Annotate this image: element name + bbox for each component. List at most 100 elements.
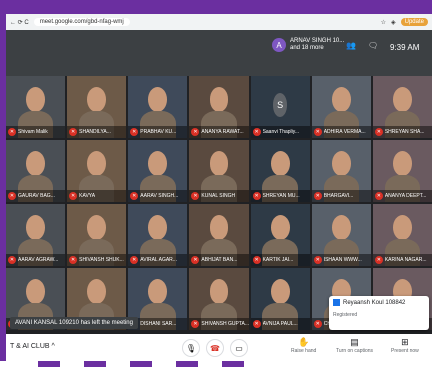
meet-window: ← ⟳ C meet.google.com/gbd-nfag-wmj ☆ ◈ U… [6, 14, 432, 361]
participant-tile[interactable]: ✕ KARINA NAGAR... [372, 204, 432, 266]
participant-tile[interactable]: ✕ ISHAAN WWW... [311, 204, 371, 266]
participant-name: SHREYAN MU... [262, 193, 300, 199]
participant-name: AARAV SINGH... [140, 193, 179, 199]
participant-name: SHIVANSH GUPTA... [201, 321, 249, 327]
participant-tile[interactable]: ✕ ABHIJAT BAN... [189, 204, 249, 266]
participant-name: KARINA NAGAR... [384, 257, 427, 263]
participant-tile[interactable]: ✕ AVIRAL AGAR... [128, 204, 188, 266]
participant-tile[interactable]: ✕ AVNIJA PAUL... [250, 268, 310, 330]
participant-name: GAURAV BAG... [18, 193, 55, 199]
mic-icon[interactable]: 🎙 [182, 339, 200, 357]
address-bar[interactable]: meet.google.com/gbd-nfag-wmj [33, 18, 130, 26]
participant-video [392, 151, 412, 176]
participant-video [26, 279, 46, 304]
purple-tabs [0, 361, 432, 367]
participant-label: ✕ KARINA NAGAR... [372, 254, 432, 266]
camera-icon[interactable]: ▭ [230, 339, 248, 357]
update-button[interactable]: Update [400, 18, 428, 26]
participant-name: AVNIJA PAUL... [262, 321, 298, 327]
participant-tile[interactable]: ✕ SHIVANSH GUPTA... [189, 268, 249, 330]
mic-off-icon: ✕ [313, 192, 322, 200]
participant-tile[interactable]: ✕ SHANDILYA... [67, 76, 127, 138]
participant-name: AVIRAL AGAR... [140, 257, 177, 263]
participant-label: ✕ KAVYA [67, 190, 127, 202]
mic-off-icon: ✕ [313, 320, 322, 328]
mic-off-icon: ✕ [252, 256, 261, 264]
participant-video [331, 87, 351, 112]
participant-video [26, 215, 46, 240]
participant-name: KAVYA [79, 193, 96, 199]
participant-video [331, 151, 351, 176]
captions-label: Turn on captions [336, 348, 374, 354]
mic-off-icon: ✕ [252, 128, 261, 136]
participant-tile[interactable]: ✕ ANANYA RAWAT... [189, 76, 249, 138]
mic-off-icon: ✕ [130, 192, 139, 200]
participant-tile[interactable]: ✕ AARAV AGRAW... [6, 204, 66, 266]
participant-label: ✕ Shivam Malik [6, 126, 66, 138]
mic-off-icon: ✕ [191, 192, 200, 200]
participant-tile[interactable]: ✕ Shivam Malik [6, 76, 66, 138]
participant-video [87, 151, 107, 176]
meeting-name[interactable]: T & AI CLUB ^ [10, 343, 55, 350]
raise-hand-button[interactable]: ✋ Raise hand [291, 337, 316, 354]
mic-off-icon: ✕ [374, 128, 383, 136]
participant-tile[interactable]: ✕ KARTIK JAI... [250, 204, 310, 266]
participant-label: ✕ SHANDILYA... [67, 126, 127, 138]
participant-video [87, 279, 107, 304]
present-button[interactable]: ⊞ Present now [391, 337, 419, 354]
participant-tile[interactable]: ✕ SHIVANSH SHUK... [67, 204, 127, 266]
mic-off-icon: ✕ [191, 256, 200, 264]
mic-off-icon: ✕ [374, 192, 383, 200]
nav-buttons[interactable]: ← ⟳ C [10, 19, 29, 26]
star-icon[interactable]: ☆ [381, 19, 386, 26]
participant-tile[interactable]: S ✕ Saanvi Thapliy... [250, 76, 310, 138]
participant-video [148, 87, 168, 112]
participant-label: ✕ Saanvi Thapliy... [250, 126, 310, 138]
left-meeting-notice: AVANI KANSAL 109210 has left the meeting [10, 317, 138, 329]
participant-video [392, 215, 412, 240]
participant-video [87, 215, 107, 240]
participant-tile[interactable]: ✕ BHARGAVI... [311, 140, 371, 202]
participant-name: ANANYA RAWAT... [201, 129, 244, 135]
participant-name: SHREYAN SHA... [384, 129, 425, 135]
participant-tile[interactable]: ✕ SHREYAN SHA... [372, 76, 432, 138]
mic-off-icon: ✕ [130, 128, 139, 136]
mic-off-icon: ✕ [252, 192, 261, 200]
mic-off-icon: ✕ [69, 256, 78, 264]
participant-tile[interactable]: ✕ KAVYA [67, 140, 127, 202]
participant-tile[interactable]: ✕ ADHIRA VERMA... [311, 76, 371, 138]
mic-off-icon: ✕ [313, 256, 322, 264]
mic-off-icon: ✕ [191, 128, 200, 136]
participant-tile[interactable]: ✕ GAURAV BAG... [6, 140, 66, 202]
mic-off-icon: ✕ [69, 128, 78, 136]
people-icon[interactable]: 👥 [346, 41, 356, 50]
participant-video [26, 87, 46, 112]
participant-label: ✕ SHREYAN SHA... [372, 126, 432, 138]
participant-label: ✕ ANANYA RAWAT... [189, 126, 249, 138]
participant-label: ✕ SHIVANSH SHUK... [67, 254, 127, 266]
participant-tile[interactable]: ✕ AARAV SINGH... [128, 140, 188, 202]
chat-icon[interactable]: 🗨 [368, 41, 378, 50]
hangup-icon[interactable]: ☎ [206, 339, 224, 357]
participant-tile[interactable]: ✕ KUNAL SINGH [189, 140, 249, 202]
participant-name: KARTIK JAI... [262, 257, 294, 263]
participant-name: SHIVANSH SHUK... [79, 257, 124, 263]
captions-button[interactable]: ▤ Turn on captions [336, 337, 373, 354]
participant-tile[interactable]: ✕ ANANYA DEEPT... [372, 140, 432, 202]
participant-video [148, 279, 168, 304]
extension-icon[interactable]: ◈ [391, 19, 396, 26]
participant-label: ✕ KUNAL SINGH [189, 190, 249, 202]
participant-name: ISHAAN WWW... [323, 257, 362, 263]
participant-video [209, 279, 229, 304]
mic-off-icon: ✕ [8, 256, 16, 264]
participant-label: ✕ AVNIJA PAUL... [250, 318, 310, 330]
participant-tile[interactable]: ✕ SHREYAN MU... [250, 140, 310, 202]
participant-name: KUNAL SINGH [201, 193, 236, 199]
mic-off-icon: ✕ [130, 256, 139, 264]
participant-tile[interactable]: ✕ PRABHAV KU... [128, 76, 188, 138]
captions-icon: ▤ [350, 337, 359, 347]
participant-name: DISHANI SAR... [140, 321, 177, 327]
participant-label: ✕ ISHAAN WWW... [311, 254, 371, 266]
mic-off-icon: ✕ [313, 128, 322, 136]
participant-toast[interactable]: Reyaansh Koul 108842 Registered [329, 296, 429, 330]
